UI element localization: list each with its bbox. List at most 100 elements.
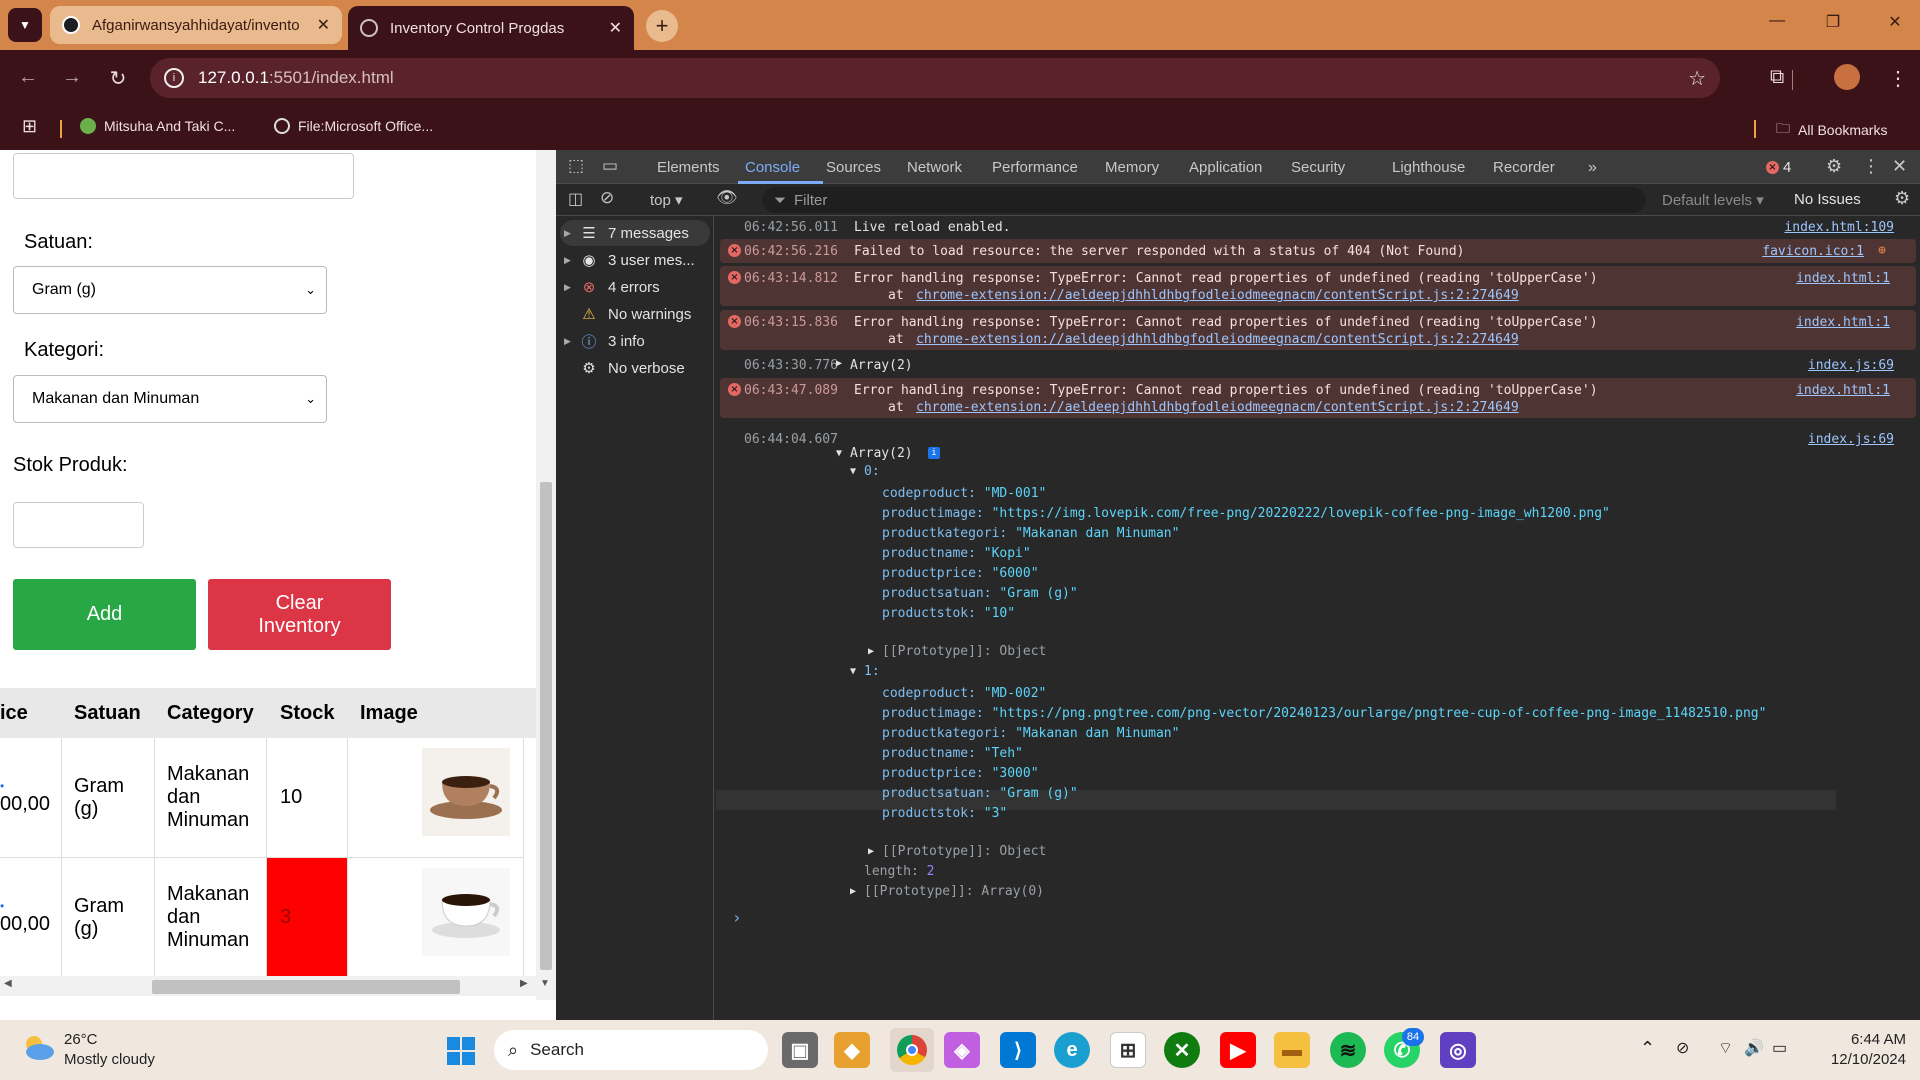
- tab-inventory[interactable]: Inventory Control Progdas ✕: [348, 6, 634, 50]
- stack-link[interactable]: chrome-extension://aeldeepjdhhldhbgfodle…: [916, 400, 1519, 415]
- extensions-icon[interactable]: ⧉: [1770, 66, 1784, 89]
- console-settings-icon[interactable]: ⚙: [1894, 188, 1910, 209]
- star-icon[interactable]: ☆: [1688, 66, 1706, 91]
- copilot-icon[interactable]: ◆: [834, 1032, 870, 1068]
- stack-link[interactable]: chrome-extension://aeldeepjdhhldhbgfodle…: [916, 288, 1519, 303]
- array-index[interactable]: 0:: [864, 464, 880, 479]
- tab-lighthouse[interactable]: Lighthouse: [1392, 159, 1465, 176]
- filter-input[interactable]: ⏷ Filter: [762, 187, 1646, 213]
- sidebar-item-warnings[interactable]: ⚠ No warnings: [564, 301, 691, 327]
- edge-icon[interactable]: e: [1054, 1032, 1090, 1068]
- clock-time[interactable]: 6:44 AM: [1810, 1031, 1906, 1048]
- prototype-entry[interactable]: [[Prototype]]: Array(0): [864, 884, 1044, 899]
- tab-recorder[interactable]: Recorder: [1493, 159, 1555, 176]
- window-close-button[interactable]: ✕: [1880, 12, 1910, 32]
- close-icon[interactable]: ✕: [317, 15, 330, 35]
- stack-link[interactable]: chrome-extension://aeldeepjdhhldhbgfodle…: [916, 332, 1519, 347]
- tab-sources[interactable]: Sources: [826, 159, 881, 176]
- horizontal-scrollbar-thumb[interactable]: [152, 980, 460, 994]
- inspect-element-icon[interactable]: ⬚: [568, 156, 584, 176]
- microsoft-365-icon[interactable]: ◈: [944, 1032, 980, 1068]
- kebab-menu-icon[interactable]: ⋮: [1862, 156, 1880, 177]
- restore-button[interactable]: ❐: [1818, 12, 1848, 32]
- collapse-triangle-icon[interactable]: ▼: [850, 666, 856, 677]
- collapse-triangle-icon[interactable]: ▼: [850, 466, 856, 477]
- site-info-icon[interactable]: i: [164, 68, 184, 88]
- settings-gear-icon[interactable]: ⚙: [1826, 156, 1842, 177]
- sidebar-item-messages[interactable]: ▶ ☰ 7 messages: [564, 220, 689, 246]
- back-arrow-icon[interactable]: ←: [14, 66, 42, 89]
- clear-inventory-button[interactable]: Clear Inventory: [208, 579, 391, 650]
- tab-network[interactable]: Network: [907, 159, 962, 176]
- tab-memory[interactable]: Memory: [1105, 159, 1159, 176]
- message-text[interactable]: Array(2): [850, 358, 913, 373]
- prototype-entry[interactable]: [[Prototype]]: Object: [882, 644, 1046, 659]
- source-link[interactable]: index.js:69: [1808, 432, 1894, 447]
- tab-github[interactable]: Afganirwansyahhidayat/invento ✕: [50, 6, 342, 44]
- text-input[interactable]: [13, 153, 354, 199]
- clear-console-icon[interactable]: ⊘: [600, 188, 614, 208]
- device-toggle-icon[interactable]: ▭: [602, 156, 618, 176]
- expand-triangle-icon[interactable]: ▶: [868, 846, 874, 857]
- expand-triangle-icon[interactable]: ▶: [868, 646, 874, 657]
- close-icon[interactable]: ✕: [609, 18, 622, 38]
- tab-console[interactable]: Console: [745, 159, 800, 176]
- reload-icon[interactable]: ↻: [104, 66, 132, 91]
- source-link[interactable]: index.js:69: [1808, 358, 1894, 373]
- weather-temp[interactable]: 26°C: [64, 1031, 98, 1048]
- tab-performance[interactable]: Performance: [992, 159, 1078, 176]
- scroll-right-arrow[interactable]: ▶: [520, 978, 528, 989]
- tab-search-button[interactable]: ▼: [8, 8, 42, 42]
- battery-icon[interactable]: ▭: [1772, 1038, 1787, 1058]
- weather-icon[interactable]: [20, 1032, 56, 1062]
- array-index[interactable]: 1:: [864, 664, 880, 679]
- more-tabs-icon[interactable]: »: [1588, 159, 1597, 177]
- tab-security[interactable]: Security: [1291, 159, 1345, 176]
- sidebar-toggle-icon[interactable]: ◫: [568, 189, 583, 208]
- source-link[interactable]: index.html:1: [1796, 315, 1890, 330]
- taskbar-search[interactable]: ⌕ Search: [494, 1030, 768, 1070]
- expand-triangle-icon[interactable]: ▶: [836, 358, 842, 369]
- profile-avatar[interactable]: [1834, 64, 1860, 90]
- network-off-icon[interactable]: ⊘: [1676, 1038, 1689, 1058]
- tab-application[interactable]: Application: [1189, 159, 1262, 176]
- console-prompt[interactable]: ›: [732, 908, 742, 927]
- new-tab-button[interactable]: +: [646, 10, 678, 42]
- messenger-icon[interactable]: ◎: [1440, 1032, 1476, 1068]
- bookmark-item[interactable]: Mitsuha And Taki C...: [80, 118, 235, 134]
- clock-date[interactable]: 12/10/2024: [1810, 1051, 1906, 1068]
- eye-icon[interactable]: 👁: [716, 188, 738, 208]
- context-select[interactable]: top ▾: [650, 191, 683, 209]
- minimize-button[interactable]: —: [1762, 12, 1792, 30]
- source-link[interactable]: index.html:109: [1784, 220, 1894, 235]
- forward-arrow-icon[interactable]: →: [58, 66, 86, 89]
- stok-input[interactable]: [13, 502, 144, 548]
- file-explorer-icon[interactable]: ▬: [1274, 1032, 1310, 1068]
- sidebar-item-verbose[interactable]: ⚙ No verbose: [564, 355, 684, 381]
- scroll-left-arrow[interactable]: ◀: [4, 978, 12, 989]
- all-bookmarks-button[interactable]: 🗀 All Bookmarks: [1776, 118, 1887, 142]
- scroll-down-arrow[interactable]: ▼: [540, 978, 550, 989]
- satuan-select[interactable]: Gram (g) ⌄: [13, 266, 327, 314]
- vertical-scrollbar-thumb[interactable]: [540, 482, 552, 970]
- log-levels-select[interactable]: Default levels ▾: [1662, 191, 1764, 209]
- expand-triangle-icon[interactable]: ▶: [850, 886, 856, 897]
- vscode-icon[interactable]: ⟩: [1000, 1032, 1036, 1068]
- array-summary[interactable]: Array(2): [850, 446, 913, 461]
- youtube-icon[interactable]: ▶: [1220, 1032, 1256, 1068]
- sidebar-item-errors[interactable]: ▶ ⊗ 4 errors: [564, 274, 660, 300]
- menu-icon[interactable]: ⋮: [1888, 66, 1908, 91]
- windows-start-icon[interactable]: [446, 1036, 476, 1066]
- bookmark-item[interactable]: File:Microsoft Office...: [274, 118, 433, 134]
- collapse-triangle-icon[interactable]: ▼: [836, 448, 842, 459]
- error-counter[interactable]: × 4: [1766, 159, 1791, 176]
- wifi-icon[interactable]: ⌔: [1718, 1038, 1733, 1058]
- apps-grid-icon[interactable]: ⊞: [22, 116, 37, 137]
- tab-elements[interactable]: Elements: [657, 159, 720, 176]
- close-devtools-icon[interactable]: ✕: [1892, 156, 1907, 177]
- xbox-icon[interactable]: ✕: [1164, 1032, 1200, 1068]
- sidebar-item-user-messages[interactable]: ▶ ◉ 3 user mes...: [564, 247, 695, 273]
- sidebar-item-info[interactable]: ▶ ⓘ 3 info: [564, 328, 645, 354]
- volume-icon[interactable]: 🔊: [1744, 1038, 1764, 1058]
- add-button[interactable]: Add: [13, 579, 196, 650]
